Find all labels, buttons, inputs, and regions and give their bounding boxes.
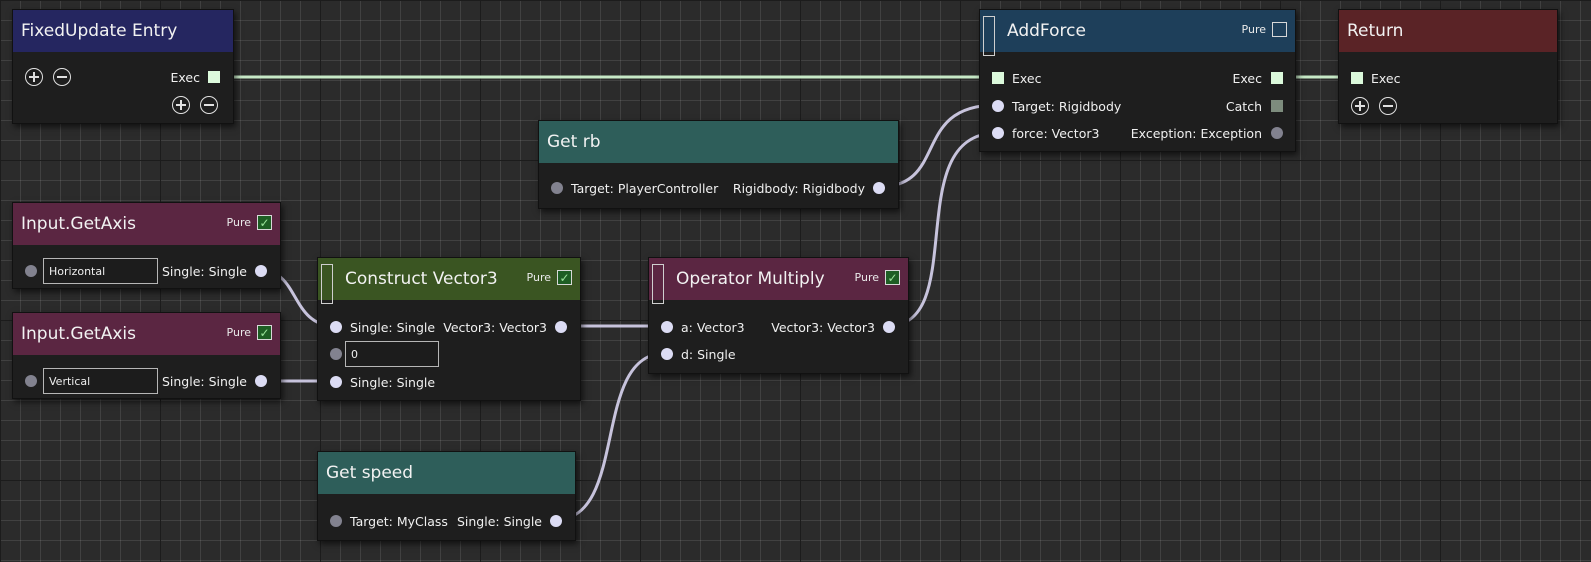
node-title: Construct Vector3 bbox=[345, 269, 498, 289]
node-title: Input.GetAxis bbox=[21, 324, 136, 344]
y-value-input[interactable] bbox=[345, 341, 439, 367]
target-pin[interactable] bbox=[551, 182, 563, 194]
add-pin-icon[interactable] bbox=[25, 68, 43, 86]
exec-out-pin[interactable] bbox=[208, 71, 220, 83]
node-title: FixedUpdate Entry bbox=[21, 21, 178, 41]
target-label: Target: PlayerController bbox=[571, 181, 719, 196]
remove-pin-icon[interactable] bbox=[53, 68, 71, 86]
node-addforce[interactable]: AddForce Pure Exec Exec Target: Rigidbod… bbox=[979, 9, 1296, 152]
node-header[interactable]: Construct Vector3 Pure bbox=[318, 258, 580, 304]
output-label: Single: Single bbox=[161, 264, 247, 279]
single-out-pin[interactable] bbox=[550, 515, 562, 527]
output-label: Single: Single bbox=[161, 374, 247, 389]
node-get-rb[interactable]: Get rb Target: PlayerController Rigidbod… bbox=[538, 120, 899, 209]
catch-pin[interactable] bbox=[1271, 100, 1283, 112]
node-get-speed[interactable]: Get speed Target: MyClass Single: Single bbox=[317, 451, 576, 541]
node-title: Input.GetAxis bbox=[21, 214, 136, 234]
d-in-pin[interactable] bbox=[661, 348, 673, 360]
z-in-pin[interactable] bbox=[330, 376, 342, 388]
node-title: Operator Multiply bbox=[676, 269, 825, 289]
a-in-label: a: Vector3 bbox=[681, 320, 745, 335]
d-in-label: d: Single bbox=[681, 347, 736, 362]
y-in-pin[interactable] bbox=[330, 348, 342, 360]
node-return[interactable]: Return Exec bbox=[1338, 9, 1558, 124]
target-label: Target: Rigidbody bbox=[1012, 99, 1122, 114]
pure-checkbox[interactable] bbox=[1272, 22, 1287, 37]
output-label: Rigidbody: Rigidbody bbox=[732, 181, 865, 196]
pure-toggle[interactable]: Pure bbox=[855, 270, 900, 285]
axis-name-input[interactable] bbox=[43, 368, 158, 394]
exec-out-label: Exec bbox=[1232, 71, 1262, 86]
target-pin[interactable] bbox=[992, 100, 1004, 112]
node-header[interactable]: Input.GetAxis Pure bbox=[13, 203, 280, 245]
node-input-getaxis-vertical[interactable]: Input.GetAxis Pure Single: Single bbox=[12, 312, 281, 399]
node-title: Get speed bbox=[326, 463, 414, 483]
exec-out-pin[interactable] bbox=[1271, 72, 1283, 84]
axis-name-pin[interactable] bbox=[25, 265, 37, 277]
single-out-pin[interactable] bbox=[255, 265, 267, 277]
rigidbody-out-pin[interactable] bbox=[873, 182, 885, 194]
x-in-label: Single: Single bbox=[350, 320, 436, 335]
node-title: Return bbox=[1347, 21, 1404, 41]
z-in-label: Single: Single bbox=[350, 375, 436, 390]
add-pin-icon[interactable] bbox=[1351, 97, 1369, 115]
node-title: Get rb bbox=[547, 132, 601, 152]
node-header[interactable]: Get speed bbox=[318, 452, 575, 494]
output-label: Vector3: Vector3 bbox=[771, 320, 875, 335]
node-construct-vector3[interactable]: Construct Vector3 Pure Single: Single Ve… bbox=[317, 257, 581, 401]
exec-in-pin[interactable] bbox=[992, 72, 1004, 84]
pure-label: Pure bbox=[226, 326, 251, 339]
pure-label: Pure bbox=[854, 271, 879, 284]
single-out-pin[interactable] bbox=[255, 375, 267, 387]
remove-pin-icon[interactable] bbox=[1379, 97, 1397, 115]
pure-toggle[interactable]: Pure bbox=[1242, 22, 1287, 37]
pure-toggle[interactable]: Pure bbox=[527, 270, 572, 285]
pure-label: Pure bbox=[526, 271, 551, 284]
node-header[interactable]: FixedUpdate Entry bbox=[13, 10, 233, 52]
selection-bar bbox=[321, 264, 333, 304]
selection-bar bbox=[983, 16, 995, 56]
node-header[interactable]: Return bbox=[1339, 10, 1557, 52]
node-header[interactable]: AddForce Pure bbox=[980, 10, 1295, 56]
pure-label: Pure bbox=[226, 216, 251, 229]
pure-checkbox[interactable] bbox=[557, 270, 572, 285]
output-label: Single: Single bbox=[456, 514, 542, 529]
pure-toggle[interactable]: Pure bbox=[227, 325, 272, 340]
exec-in-label: Exec bbox=[1371, 71, 1401, 86]
pure-toggle[interactable]: Pure bbox=[227, 215, 272, 230]
node-header[interactable]: Get rb bbox=[539, 121, 898, 163]
axis-name-pin[interactable] bbox=[25, 375, 37, 387]
add-pin-icon[interactable] bbox=[172, 96, 190, 114]
exec-in-label: Exec bbox=[1012, 71, 1042, 86]
a-in-pin[interactable] bbox=[661, 321, 673, 333]
pure-label: Pure bbox=[1241, 23, 1266, 36]
node-header[interactable]: Input.GetAxis Pure bbox=[13, 313, 280, 355]
node-fixedupdate-entry[interactable]: FixedUpdate Entry Exec bbox=[12, 9, 234, 124]
vector3-out-pin[interactable] bbox=[555, 321, 567, 333]
force-pin[interactable] bbox=[992, 127, 1004, 139]
axis-name-input[interactable] bbox=[43, 258, 158, 284]
remove-pin-icon[interactable] bbox=[200, 96, 218, 114]
force-label: force: Vector3 bbox=[1012, 126, 1100, 141]
pure-checkbox[interactable] bbox=[885, 270, 900, 285]
x-in-pin[interactable] bbox=[330, 321, 342, 333]
exception-label: Exception: Exception bbox=[1130, 126, 1262, 141]
output-label: Vector3: Vector3 bbox=[443, 320, 547, 335]
target-pin[interactable] bbox=[330, 515, 342, 527]
catch-label: Catch bbox=[1225, 99, 1262, 114]
node-operator-multiply[interactable]: Operator Multiply Pure a: Vector3 Vector… bbox=[648, 257, 909, 374]
pure-checkbox[interactable] bbox=[257, 215, 272, 230]
node-input-getaxis-horizontal[interactable]: Input.GetAxis Pure Single: Single bbox=[12, 202, 281, 289]
exec-in-pin[interactable] bbox=[1351, 72, 1363, 84]
pure-checkbox[interactable] bbox=[257, 325, 272, 340]
exception-pin[interactable] bbox=[1271, 127, 1283, 139]
exec-out-label: Exec bbox=[170, 70, 200, 85]
target-label: Target: MyClass bbox=[350, 514, 448, 529]
node-header[interactable]: Operator Multiply Pure bbox=[649, 258, 908, 304]
selection-bar bbox=[652, 264, 664, 304]
node-title: AddForce bbox=[1007, 21, 1086, 41]
vector3-out-pin[interactable] bbox=[883, 321, 895, 333]
